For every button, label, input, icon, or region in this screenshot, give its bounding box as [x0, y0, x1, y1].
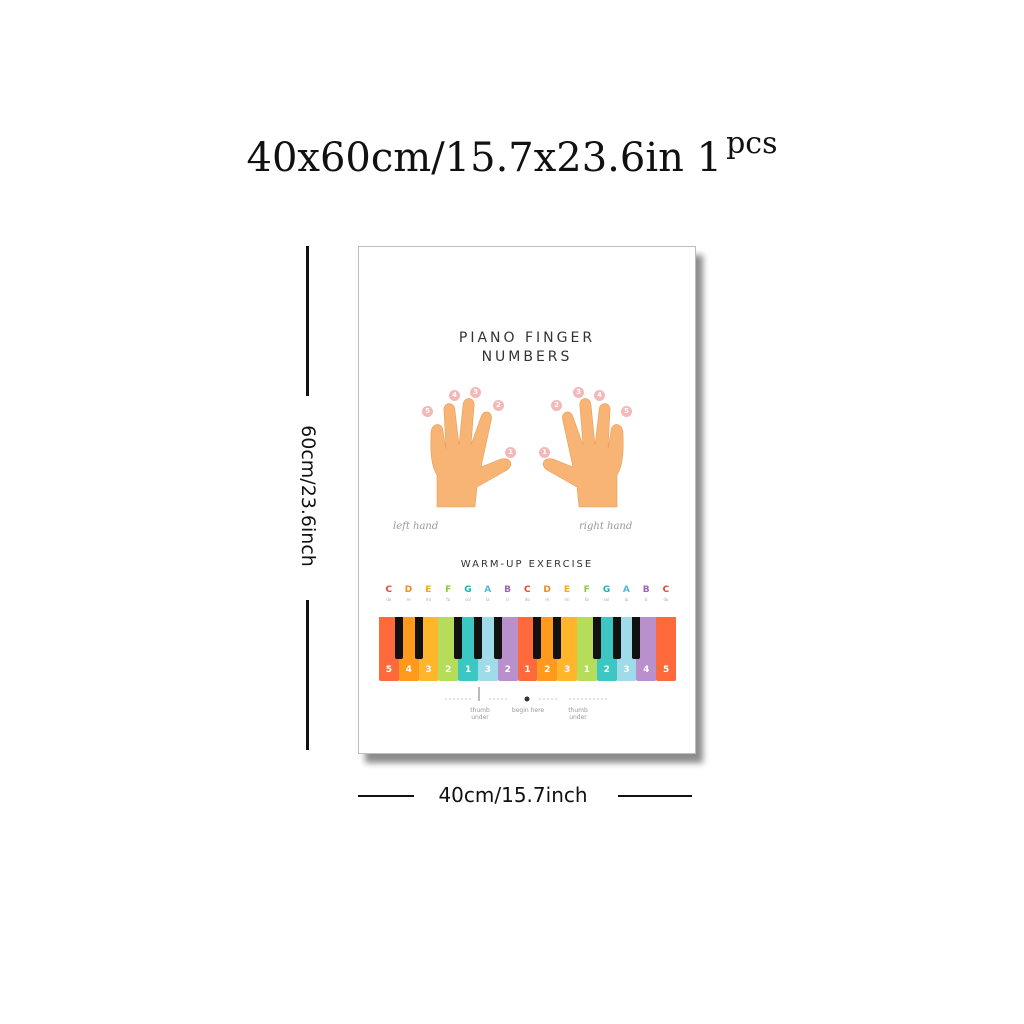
black-key[interactable] — [533, 617, 542, 659]
left-finger-3: 3 — [470, 387, 481, 398]
solfege-label: mi — [564, 597, 570, 602]
solfege-label: la — [485, 597, 490, 602]
legend-thumb-under-right: thumb under — [568, 707, 588, 721]
note-label: F — [583, 585, 590, 595]
right-hand — [542, 398, 624, 508]
finger-number: 3 — [484, 665, 492, 675]
solfege-label: do — [386, 597, 392, 602]
black-key[interactable] — [612, 617, 621, 659]
width-line-left — [358, 795, 414, 797]
solfege-label: fa — [446, 597, 451, 602]
left-finger-4: 4 — [449, 390, 460, 401]
black-key[interactable] — [474, 617, 482, 659]
right-hand-label: right hand — [579, 521, 633, 532]
finger-number: 2 — [504, 665, 511, 675]
poster-title-line1: PIANO FINGER — [458, 330, 596, 346]
quantity-unit: pcs — [726, 126, 778, 161]
note-label: G — [464, 585, 472, 595]
finger-number: 3 — [425, 665, 432, 675]
left-finger-2: 2 — [493, 400, 504, 411]
note-label: B — [642, 585, 650, 595]
note-label: G — [602, 585, 611, 595]
note-label: A — [622, 585, 630, 595]
finger-number: 2 — [445, 665, 452, 675]
solfege-label: re — [545, 597, 550, 602]
height-line-bottom — [306, 600, 309, 750]
size-text: 40x60cm/15.7x23.6in — [246, 135, 684, 181]
note-label: E — [563, 585, 571, 595]
black-key[interactable] — [632, 617, 641, 659]
right-finger-5: 5 — [621, 406, 632, 417]
solfege-label: ti — [506, 597, 509, 602]
legend-begin-here: begin here — [511, 707, 545, 714]
solfege-label: ti — [644, 597, 648, 602]
left-hand-label: left hand — [393, 521, 439, 532]
height-line-top — [306, 246, 309, 396]
left-hand — [430, 398, 512, 508]
finger-number: 4 — [643, 665, 650, 675]
finger-number: 2 — [544, 665, 551, 675]
finger-number: 5 — [385, 665, 393, 675]
white-key[interactable]: 5 — [656, 617, 677, 681]
note-label: D — [543, 585, 551, 595]
exercise-title: WARM-UP EXERCISE — [460, 559, 594, 570]
poster: PIANO FINGER NUMBERS 5 4 3 2 1 1 2 3 4 5… — [358, 246, 696, 754]
solfege-label: mi — [425, 597, 431, 602]
note-label: D — [404, 585, 413, 595]
black-key[interactable] — [553, 617, 562, 659]
note-label: A — [484, 585, 492, 595]
solfege-label: sol — [603, 597, 610, 602]
note-label: F — [445, 585, 452, 595]
solfege-label: fa — [584, 597, 589, 602]
black-key[interactable] — [394, 617, 403, 659]
finger-number: 3 — [563, 665, 571, 675]
quantity-number: 1 — [696, 135, 723, 181]
black-key[interactable] — [454, 617, 463, 659]
solfege-label: do — [524, 597, 530, 602]
note-label: E — [425, 585, 432, 595]
width-line-right — [618, 795, 692, 797]
solfege-label: do — [663, 597, 669, 602]
note-label: C — [662, 585, 670, 595]
left-finger-5: 5 — [422, 406, 433, 417]
solfege-label: sol — [465, 597, 471, 602]
right-finger-3: 3 — [573, 387, 584, 398]
note-label: B — [504, 585, 511, 595]
finger-number: 1 — [464, 665, 472, 675]
finger-number: 4 — [405, 665, 412, 675]
product-size-title: 40x60cm/15.7x23.6in 1 pcs — [0, 126, 1024, 181]
right-finger-4: 4 — [594, 390, 605, 401]
legend-thumb-under-left: thumb under — [470, 707, 490, 721]
poster-title-line2: NUMBERS — [481, 349, 573, 365]
left-finger-1: 1 — [505, 447, 516, 458]
finger-number: 1 — [524, 665, 531, 675]
hands-illustration — [430, 398, 624, 508]
black-key[interactable] — [493, 617, 502, 659]
right-finger-1: 1 — [539, 447, 550, 458]
solfege-label: re — [406, 597, 411, 602]
finger-number: 3 — [623, 665, 630, 675]
finger-number: 2 — [603, 665, 610, 675]
height-label: 60cm/23.6inch — [297, 425, 319, 567]
right-finger-2: 2 — [551, 400, 562, 411]
black-key[interactable] — [414, 617, 423, 659]
width-label: 40cm/15.7inch — [438, 783, 588, 807]
note-label: C — [385, 585, 393, 595]
finger-number: 1 — [583, 665, 591, 675]
solfege-label: la — [624, 597, 629, 602]
black-key[interactable] — [592, 617, 601, 659]
finger-number: 5 — [662, 665, 670, 675]
note-label: C — [524, 585, 531, 595]
piano-keyboard: Cdo 5 Dre 4 Emi 3 Ffa 2 Gsol 1 Ala 3 Bti 2 Cdo 1 Dre 2 Emi… — [379, 585, 677, 681]
